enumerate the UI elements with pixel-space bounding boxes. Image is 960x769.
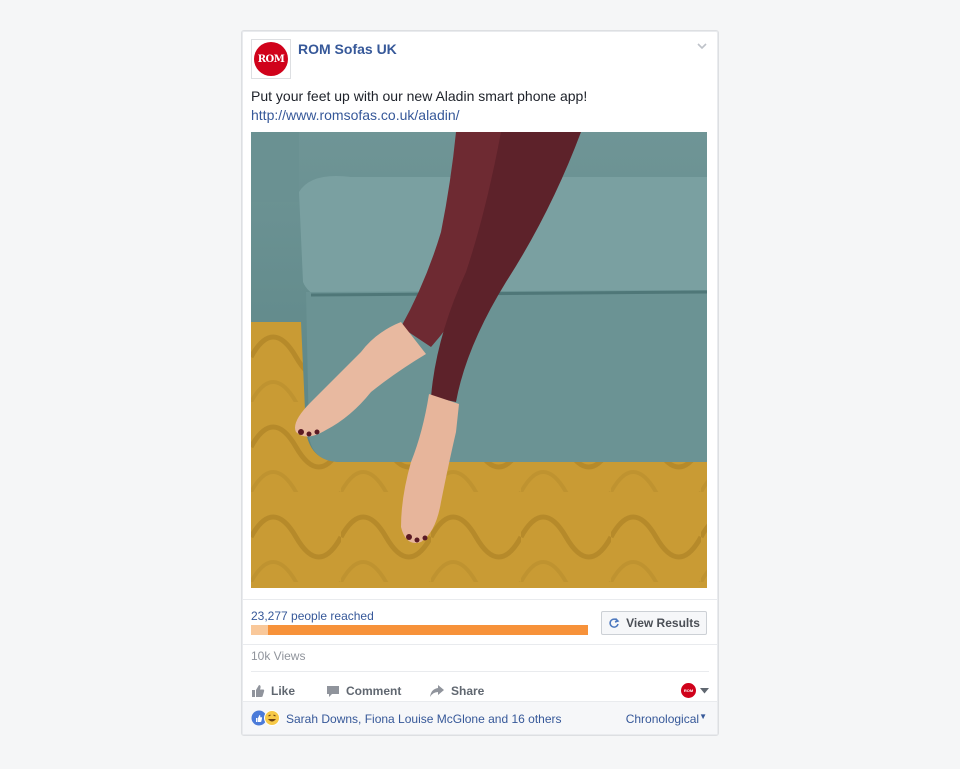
comment-icon (327, 686, 339, 697)
post-link[interactable]: http://www.romsofas.co.uk/aladin/ (251, 106, 709, 125)
thumbs-up-icon (252, 685, 265, 697)
post-card: ROM ROM Sofas UK Put your feet up with o… (241, 30, 719, 736)
sort-label: Chronological (625, 712, 700, 726)
post-as-selector[interactable]: ROM (681, 683, 709, 698)
reactions-footer: Sarah Downs, Fiona Louise McGlone and 16… (243, 701, 717, 734)
page-avatar[interactable]: ROM (251, 39, 291, 79)
divider (251, 671, 709, 672)
sort-dropdown[interactable]: Chronological▼ (626, 712, 707, 726)
view-results-button[interactable]: View Results (601, 611, 707, 635)
reaction-icons[interactable] (251, 710, 281, 726)
page-name-link[interactable]: ROM Sofas UK (298, 41, 397, 57)
like-label: Like (271, 684, 296, 698)
chevron-down-icon[interactable] (695, 39, 709, 53)
divider (242, 644, 718, 645)
haha-reaction-icon (264, 710, 280, 726)
reach-progress-fill (251, 625, 268, 635)
reach-progress-bar (251, 625, 588, 635)
divider (242, 599, 718, 600)
share-icon (430, 685, 444, 697)
view-results-label: View Results (626, 616, 700, 630)
post-message: Put your feet up with our new Aladin sma… (251, 88, 588, 104)
rom-logo: ROM (254, 42, 288, 76)
reactors-list[interactable]: Sarah Downs, Fiona Louise McGlone and 16… (286, 712, 562, 726)
feet-on-sofa-image (251, 132, 707, 588)
post-text: Put your feet up with our new Aladin sma… (251, 87, 709, 125)
comment-label: Comment (346, 684, 402, 698)
share-label: Share (451, 684, 485, 698)
people-reached[interactable]: 23,277 people reached (251, 609, 374, 623)
view-count: 10k Views (251, 649, 306, 663)
refresh-icon (609, 617, 620, 628)
actor-avatar-text: ROM (683, 688, 694, 693)
post-photo[interactable] (251, 132, 707, 588)
post-header: ROM ROM Sofas UK (251, 39, 709, 79)
caret-down-icon (700, 687, 709, 693)
actor-avatar: ROM (681, 683, 696, 698)
sort-caret-icon: ▼ (699, 712, 707, 721)
